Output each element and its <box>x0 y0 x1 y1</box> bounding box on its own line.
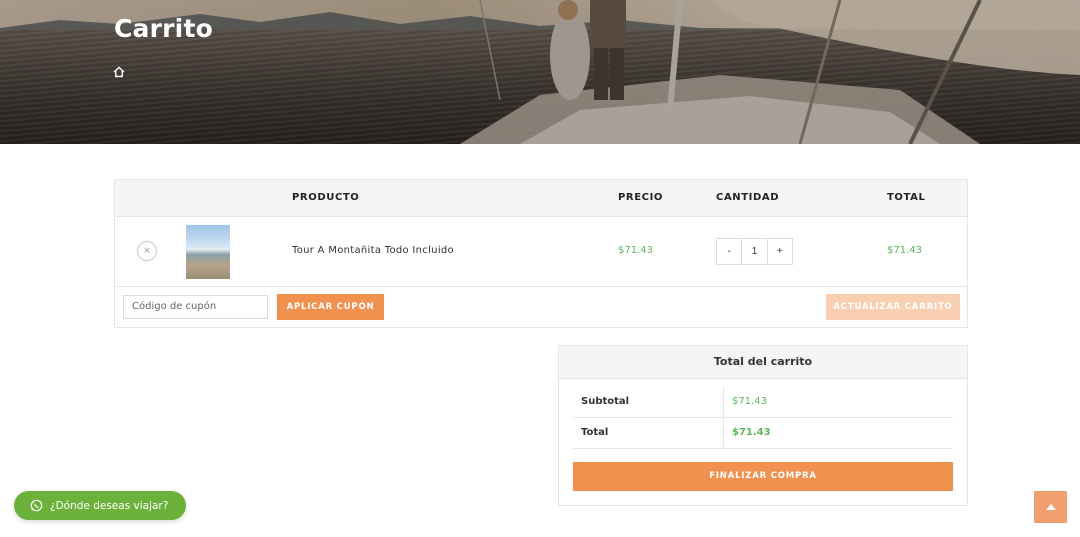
item-price: $71.43 <box>618 245 653 256</box>
update-cart-button[interactable]: ACTUALIZAR CARRITO <box>826 294 960 320</box>
product-thumbnail[interactable] <box>186 225 230 279</box>
item-total: $71.43 <box>887 245 922 256</box>
column-header-quantity: CANTIDAD <box>716 192 780 203</box>
product-name-link[interactable]: Tour A Montañita Todo Incluido <box>292 245 454 256</box>
column-header-total: TOTAL <box>887 192 926 203</box>
quantity-decrease-button[interactable]: - <box>717 239 741 264</box>
cart-item-row: × Tour A Montañita Todo Incluido $71.43 … <box>115 217 967 287</box>
coupon-code-input[interactable]: Código de cupón <box>123 295 268 319</box>
cart-totals-heading: Total del carrito <box>559 346 967 379</box>
quantity-stepper: - 1 + <box>716 238 793 265</box>
cart-totals: Total del carrito Subtotal $71.43 Total … <box>558 345 968 506</box>
subtotal-label: Subtotal <box>581 396 630 407</box>
total-value: $71.43 <box>732 427 771 438</box>
total-label: Total <box>581 427 609 438</box>
whatsapp-label: ¿Dónde deseas viajar? <box>50 499 169 512</box>
back-to-top-button[interactable] <box>1034 491 1067 523</box>
total-row: Total $71.43 <box>573 417 953 449</box>
remove-item-button[interactable]: × <box>137 241 157 261</box>
caret-up-icon <box>1045 504 1056 510</box>
total-divider <box>723 417 724 448</box>
whatsapp-icon <box>30 499 43 512</box>
cart-table-header: PRODUCTO PRECIO CANTIDAD TOTAL <box>115 180 967 217</box>
column-header-product: PRODUCTO <box>292 192 360 203</box>
subtotal-value: $71.43 <box>732 396 767 407</box>
column-header-price: PRECIO <box>618 192 664 203</box>
home-icon[interactable] <box>113 66 125 78</box>
apply-coupon-button[interactable]: APLICAR CUPÓN <box>277 294 384 320</box>
subtotal-divider <box>723 386 724 417</box>
cart-table: PRODUCTO PRECIO CANTIDAD TOTAL × Tour A … <box>114 179 968 328</box>
whatsapp-chat-button[interactable]: ¿Dónde deseas viajar? <box>14 491 186 520</box>
checkout-button[interactable]: FINALIZAR COMPRA <box>573 462 953 491</box>
page-title: Carrito <box>114 14 213 43</box>
quantity-input[interactable]: 1 <box>741 239 766 264</box>
quantity-increase-button[interactable]: + <box>766 239 792 264</box>
subtotal-row: Subtotal $71.43 <box>573 386 953 418</box>
cart-actions: Código de cupón APLICAR CUPÓN ACTUALIZAR… <box>115 287 967 327</box>
